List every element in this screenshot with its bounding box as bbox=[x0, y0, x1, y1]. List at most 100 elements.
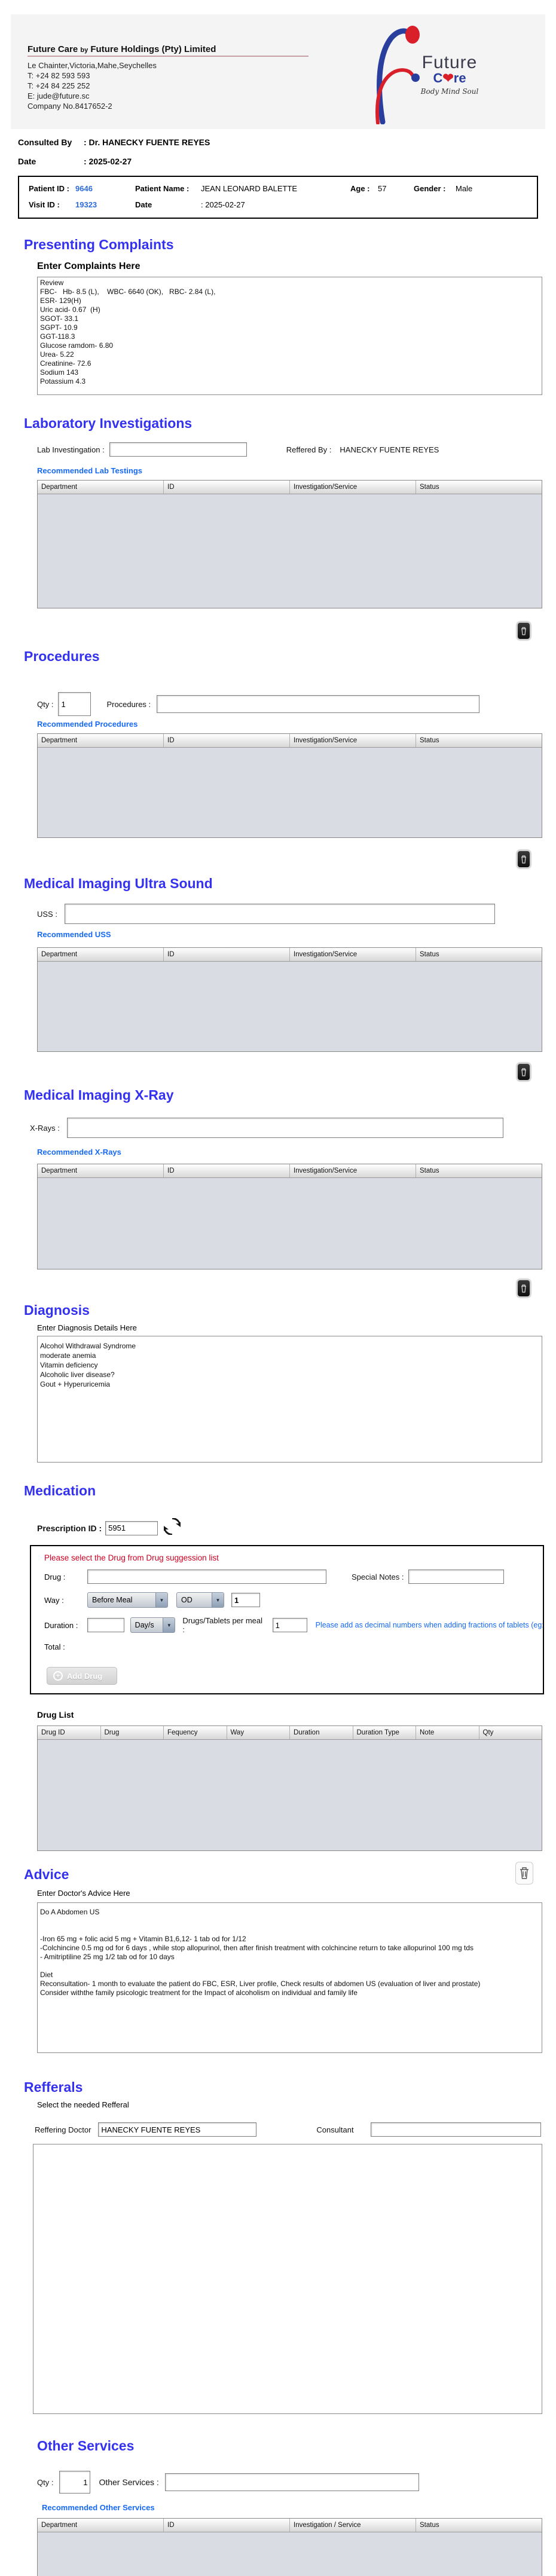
patient-id-value: 9646 bbox=[75, 184, 135, 193]
medication-title: Medication bbox=[24, 1483, 556, 1499]
diagnosis-sublabel: Enter Diagnosis Details Here bbox=[37, 1323, 556, 1332]
uss-col-department: Department bbox=[38, 948, 164, 961]
lab-table-body[interactable] bbox=[38, 494, 542, 608]
drug-col-frequency: Fequency bbox=[164, 1726, 227, 1739]
consultation-meta: Consulted By: Dr. HANECKY FUENTE REYES D… bbox=[18, 137, 556, 166]
recommended-procedures-link[interactable]: Recommended Procedures bbox=[37, 720, 556, 729]
patient-info-box: Patient ID : 9646 Patient Name : JEAN LE… bbox=[18, 176, 538, 219]
way-qty-input[interactable] bbox=[231, 1593, 260, 1607]
patient-name-label: Patient Name : bbox=[135, 184, 201, 193]
drug-suggestion-warning: Please select the Drug from Drug suggess… bbox=[44, 1553, 543, 1562]
diagnosis-textarea[interactable]: Alcohol Withdrawal Syndrome moderate ane… bbox=[37, 1336, 542, 1463]
visit-date-value: : 2025-02-27 bbox=[201, 200, 245, 209]
duration-label: Duration : bbox=[44, 1621, 87, 1630]
procedures-table-body[interactable] bbox=[38, 748, 542, 837]
trash-icon bbox=[520, 1284, 527, 1293]
advice-textarea[interactable]: Do A Abdomen US -Iron 65 mg + folic acid… bbox=[37, 1902, 542, 2053]
uss-col-status: Status bbox=[416, 948, 542, 961]
procedures-col-status: Status bbox=[416, 734, 542, 747]
age-value: 57 bbox=[378, 184, 414, 193]
other-col-investigation: Investigation / Service bbox=[290, 2519, 416, 2532]
trash-icon bbox=[519, 1866, 530, 1880]
refresh-prescription-button[interactable] bbox=[164, 1518, 181, 1538]
procedures-input[interactable] bbox=[157, 695, 479, 713]
way-label: Way : bbox=[44, 1596, 87, 1605]
duration-type-dropdown[interactable]: Day/s▼ bbox=[130, 1617, 176, 1633]
uss-table-header: Department ID Investigation/Service Stat… bbox=[38, 948, 542, 962]
procedures-table-header: Department ID Investigation/Service Stat… bbox=[38, 734, 542, 748]
procedures-delete-button[interactable] bbox=[517, 850, 531, 868]
trash-icon bbox=[520, 626, 527, 636]
lab-table-header: Department ID Investigation/Service Stat… bbox=[38, 481, 542, 494]
per-meal-input[interactable] bbox=[273, 1618, 307, 1632]
visit-date-label: Date bbox=[135, 200, 201, 209]
drug-col-duration: Duration bbox=[290, 1726, 353, 1739]
other-qty-label: Qty : bbox=[37, 2478, 53, 2487]
company-header: Future Care by Future Holdings (Pty) Lim… bbox=[11, 14, 545, 129]
fraction-note: Please add as decimal numbers when addin… bbox=[316, 1621, 543, 1629]
referring-doctor-input[interactable] bbox=[98, 2122, 256, 2137]
other-services-title: Other Services bbox=[37, 2438, 556, 2454]
company-name: Future Care by Future Holdings (Pty) Lim… bbox=[28, 44, 314, 54]
uss-label: USS : bbox=[37, 910, 57, 919]
other-col-status: Status bbox=[416, 2519, 542, 2532]
visit-id-label: Visit ID : bbox=[29, 200, 75, 209]
prescription-id-input[interactable] bbox=[105, 1521, 158, 1535]
advice-title: Advice bbox=[24, 1867, 556, 1883]
drug-label: Drug : bbox=[44, 1572, 87, 1581]
drug-list-label: Drug List bbox=[37, 1710, 556, 1720]
recommended-xray-link[interactable]: Recommended X-Rays bbox=[37, 1148, 556, 1157]
lab-investigation-input[interactable] bbox=[109, 442, 247, 457]
drug-list-body[interactable] bbox=[38, 1740, 542, 1850]
advice-delete-button[interactable] bbox=[515, 1862, 533, 1884]
procedures-qty-label: Qty : bbox=[37, 700, 53, 709]
lab-delete-button[interactable] bbox=[517, 622, 531, 640]
xray-col-status: Status bbox=[416, 1164, 542, 1177]
xray-delete-button[interactable] bbox=[517, 1279, 531, 1298]
procedures-col-id: ID bbox=[164, 734, 290, 747]
duration-input[interactable] bbox=[87, 1618, 124, 1632]
way-dropdown[interactable]: Before Meal▼ bbox=[87, 1592, 168, 1608]
other-services-input[interactable] bbox=[165, 2473, 419, 2491]
patient-row-2: Visit ID : 19323 Date : 2025-02-27 bbox=[29, 200, 528, 209]
special-notes-input[interactable] bbox=[408, 1570, 504, 1584]
uss-delete-button[interactable] bbox=[517, 1063, 531, 1081]
procedures-qty-input[interactable] bbox=[58, 692, 91, 716]
drug-input[interactable] bbox=[87, 1570, 326, 1584]
uss-input[interactable] bbox=[65, 904, 495, 924]
procedures-title: Procedures bbox=[24, 648, 556, 665]
patient-id-label: Patient ID : bbox=[29, 184, 75, 193]
recommended-uss-link[interactable]: Recommended USS bbox=[37, 930, 556, 939]
add-drug-button[interactable]: + Add Drug bbox=[47, 1667, 117, 1685]
chevron-down-icon: ▼ bbox=[155, 1593, 167, 1607]
other-qty-input[interactable] bbox=[59, 2471, 90, 2494]
lab-results-table: Department ID Investigation/Service Stat… bbox=[37, 480, 542, 608]
xray-input[interactable] bbox=[67, 1118, 503, 1138]
other-col-id: ID bbox=[164, 2519, 290, 2532]
xray-col-department: Department bbox=[38, 1164, 164, 1177]
gender-value: Male bbox=[456, 184, 472, 193]
drug-col-id: Drug ID bbox=[38, 1726, 101, 1739]
frequency-dropdown[interactable]: OD▼ bbox=[176, 1592, 224, 1608]
gender-label: Gender : bbox=[414, 184, 456, 193]
referring-doctor-label: Reffering Doctor bbox=[35, 2125, 91, 2134]
lab-investigations-title: Laboratory Investigations bbox=[24, 415, 556, 432]
procedures-label: Procedures : bbox=[106, 700, 151, 709]
complaints-textarea[interactable]: Review FBC- Hb- 8.5 (L), WBC- 6640 (OK),… bbox=[37, 277, 542, 395]
other-services-table: Department ID Investigation / Service St… bbox=[37, 2518, 542, 2576]
special-notes-label: Special Notes : bbox=[352, 1572, 404, 1581]
refresh-icon bbox=[164, 1518, 181, 1535]
advice-sublabel: Enter Doctor's Advice Here bbox=[37, 1889, 556, 1898]
other-services-body[interactable] bbox=[38, 2532, 542, 2576]
xray-table-body[interactable] bbox=[38, 1178, 542, 1269]
referrals-list-box[interactable] bbox=[33, 2144, 542, 2414]
uss-table-body[interactable] bbox=[38, 962, 542, 1051]
ultrasound-title: Medical Imaging Ultra Sound bbox=[24, 876, 556, 892]
consultant-input[interactable] bbox=[371, 2122, 541, 2137]
logo-wordmark: Future C❤re Body Mind Soul bbox=[411, 53, 488, 96]
recommended-lab-testings-link[interactable]: Recommended Lab Testings bbox=[37, 466, 556, 475]
drug-col-drug: Drug bbox=[101, 1726, 164, 1739]
recommended-other-services-link[interactable]: Recommended Other Services bbox=[42, 2503, 556, 2512]
referrals-sublabel: Select the needed Refferal bbox=[37, 2100, 556, 2109]
uss-table: Department ID Investigation/Service Stat… bbox=[37, 947, 542, 1052]
